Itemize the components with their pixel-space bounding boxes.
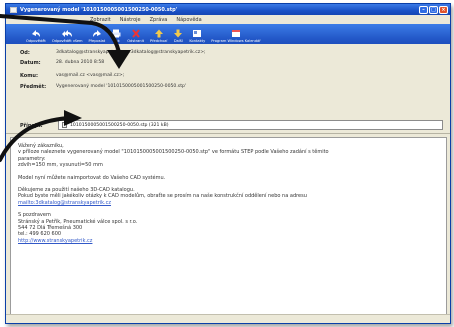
menu-tools[interactable]: Nástroje [120,17,141,23]
reply-icon [31,30,40,37]
window-title: Vygenerovaný model '1010150005001500250-… [20,6,178,13]
down-arrow-icon [174,29,183,38]
reply-button[interactable]: Odpovědět [26,29,46,44]
subject-value: Vygenerovaný model '1010150005001500250-… [56,84,187,89]
contacts-button[interactable]: Kontakty [189,29,205,44]
message-headers: Od: 3dkatalog@stranskyapetrik.cz <3dkata… [6,44,450,134]
website-link[interactable]: http://www.stranskyapetrik.cz [18,238,439,244]
forward-icon [92,30,101,37]
attachment-value[interactable]: 1010150005001500250-0050.stp (321 kB) [70,123,169,128]
next-button[interactable]: Další [173,29,183,44]
message-body[interactable]: Vážený zákazníku, v příloze naleznete vy… [10,137,447,315]
to-value[interactable]: vas@mail.cz <vas@mail.cz>; [56,73,124,78]
reply-all-button[interactable]: Odpovědět všem [52,29,83,44]
maximize-button[interactable]: □ [429,5,438,14]
menu-bar: Zobrazit Nástroje Zpráva Nápověda [6,15,450,24]
forward-button[interactable]: Přeposlat [89,29,105,44]
mail-window: Vygenerovaný model '1010150005001500250-… [5,3,451,324]
message-icon [10,6,17,13]
minimize-button[interactable]: – [419,5,428,14]
menu-view[interactable]: Zobrazit [90,17,111,23]
close-button[interactable]: × [439,5,448,14]
header-to: Komu: vas@mail.cz <vas@mail.cz>; [20,72,125,79]
calendar-icon [231,30,240,37]
up-arrow-icon [154,29,163,38]
menu-message[interactable]: Zpráva [150,17,168,23]
header-subject: Předmět: Vygenerovaný model '10101500050… [20,83,187,90]
calendar-button[interactable]: Program Windows Kalendář [211,29,261,44]
file-icon [62,122,67,128]
header-date: Datum: 28. dubna 2010 8:58 [20,59,105,66]
contacts-icon [193,30,202,37]
menu-help[interactable]: Nápověda [176,17,201,23]
from-value[interactable]: 3dkatalog@stranskyapetrik.cz <3dkatalog@… [56,50,206,55]
mailto-link[interactable]: mailto:3dkatalog@stranskyapetrik.cz [18,200,439,206]
header-attach: Přípojit: [20,122,43,129]
title-bar[interactable]: Vygenerovaný model '1010150005001500250-… [6,4,450,15]
reply-all-icon [62,30,73,37]
status-bar [6,314,450,323]
header-from: Od: 3dkatalog@stranskyapetrik.cz <3dkata… [20,49,206,56]
attachment-field[interactable]: 1010150005001500250-0050.stp (321 kB) [58,120,443,130]
previous-button[interactable]: Předchozí [150,29,167,44]
toolbar: Odpovědět Odpovědět všem Přeposlat Tisk … [6,24,450,44]
delete-button[interactable]: Odstranit [127,29,144,44]
print-button[interactable]: Tisk [111,29,121,44]
date-value: 28. dubna 2010 8:58 [56,60,105,65]
print-icon [111,29,121,38]
delete-icon [131,29,140,38]
